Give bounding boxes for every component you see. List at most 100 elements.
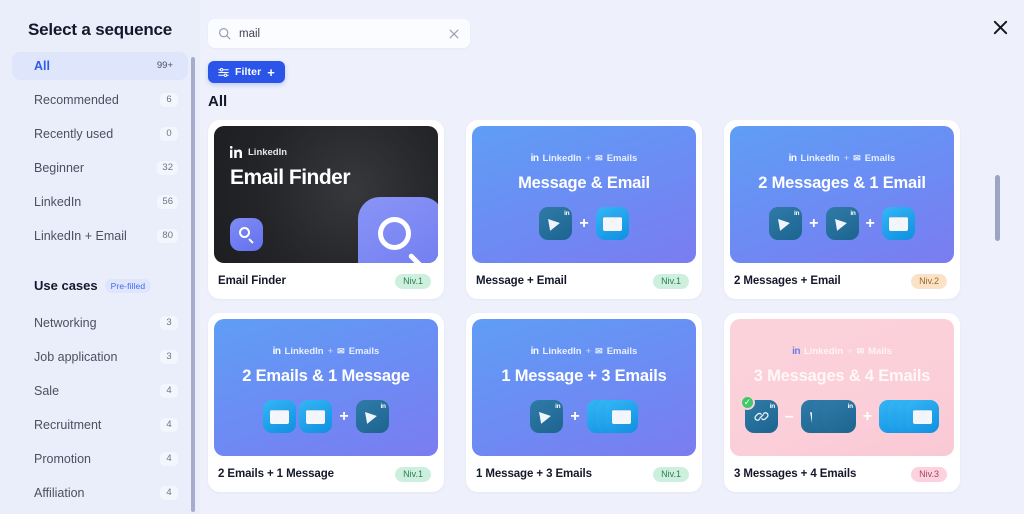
filter-button[interactable]: Filter + — [208, 61, 285, 83]
card-platform-header: LinkedIn — [214, 146, 287, 158]
card-channel-label: Emails — [348, 346, 380, 357]
sidebar-item-count: 56 — [157, 194, 178, 210]
level-badge: Niv.1 — [395, 273, 431, 289]
sidebar-item-count: 4 — [160, 383, 178, 399]
use-cases-header: Use cases Pre-filled — [0, 256, 200, 297]
card-footer: 2 Emails + 1 Message Niv.1 — [214, 456, 438, 492]
check-icon: ✓ — [739, 395, 755, 410]
plus-separator: + — [585, 346, 592, 357]
sidebar-item-label: Sale — [34, 384, 60, 398]
sidebar-item-linkedin[interactable]: LinkedIn 56 — [12, 188, 188, 216]
search-icon — [218, 27, 231, 40]
card-footer: 3 Messages + 4 Emails Niv.3 — [730, 456, 954, 492]
mail-icon: ✉ — [595, 346, 603, 356]
card-platform-label: Linkedin — [803, 346, 844, 357]
sidebar-scrollbar[interactable] — [191, 57, 195, 512]
linkedin-invitation-icon: ✓ in — [739, 395, 778, 433]
sidebar-item-label: All — [34, 59, 50, 73]
sidebar-item-recommended[interactable]: Recommended 6 — [12, 86, 188, 114]
email-icon — [906, 400, 940, 433]
sidebar-item-label: Beginner — [34, 161, 85, 175]
magnifier-icon-large — [358, 197, 438, 263]
card-title: 2 Messages + Email — [734, 275, 841, 287]
sidebar-item-all[interactable]: All 99+ — [12, 52, 188, 80]
card-visual: in LinkedIn + ✉ Emails 2 Messages & 1 Em… — [730, 126, 954, 263]
sidebar-item-count: 4 — [160, 485, 178, 501]
card-platform-header: in LinkedIn + ✉ Emails — [531, 346, 638, 357]
sidebar-item-recently-used[interactable]: Recently used 0 — [12, 120, 188, 148]
sequence-card-3-messages-4-emails[interactable]: in Linkedin + ✉ Mails 3 Messages & 4 Ema… — [724, 313, 960, 492]
main-panel: mail Filter + All LinkedIn Email Finder … — [200, 0, 1024, 514]
search-input[interactable]: mail — [208, 19, 470, 48]
level-badge: Niv.1 — [395, 466, 431, 482]
card-step-icons: in + — [530, 400, 638, 433]
sidebar-item-label: Networking — [34, 316, 97, 330]
page-title: Select a sequence — [28, 20, 173, 39]
card-title: Email Finder — [218, 275, 286, 287]
card-visual: in LinkedIn + ✉ Emails 2 Emails & 1 Mess… — [214, 319, 438, 456]
card-visual: in LinkedIn + ✉ Emails 1 Message + 3 Ema… — [472, 319, 696, 456]
sidebar-item-label: Promotion — [34, 452, 91, 466]
sidebar-item-count: 99+ — [156, 59, 173, 71]
sidebar-item-label: Recommended — [34, 93, 119, 107]
card-platform-header: in Linkedin + ✉ Mails — [792, 346, 892, 357]
sequence-card-2-messages-email[interactable]: in LinkedIn + ✉ Emails 2 Messages & 1 Em… — [724, 120, 960, 299]
sequence-card-message-email[interactable]: in LinkedIn + ✉ Emails Message & Email i… — [466, 120, 702, 299]
mail-icon: ✉ — [856, 346, 865, 356]
plus-icon: + — [579, 214, 589, 232]
sidebar-item-promotion[interactable]: Promotion 4 — [12, 445, 188, 473]
card-visual-title: Message & Email — [518, 174, 650, 192]
main-scrollbar[interactable] — [995, 175, 1000, 241]
sidebar-item-job-application[interactable]: Job application 3 — [12, 343, 188, 371]
sidebar-item-beginner[interactable]: Beginner 32 — [12, 154, 188, 182]
close-icon — [992, 19, 1009, 36]
linkedin-message-icon: in — [769, 207, 803, 240]
sidebar-item-label: LinkedIn — [34, 195, 82, 209]
sequence-card-2-emails-message[interactable]: in LinkedIn + ✉ Emails 2 Emails & 1 Mess… — [208, 313, 444, 492]
sequence-card-email-finder[interactable]: LinkedIn Email Finder Email Finder Niv.1 — [208, 120, 444, 299]
plus-separator: + — [327, 346, 334, 357]
card-visual-title: 2 Messages & 1 Email — [758, 174, 926, 192]
card-title: 2 Emails + 1 Message — [218, 468, 334, 480]
sidebar-item-sale[interactable]: Sale 4 — [12, 377, 188, 405]
card-step-icons: in + in + — [769, 207, 915, 240]
card-visual: in Linkedin + ✉ Mails 3 Messages & 4 Ema… — [730, 319, 954, 456]
sidebar-item-label: Affiliation — [34, 486, 85, 500]
search-row: mail — [200, 0, 1024, 48]
plus-icon: + — [865, 214, 875, 232]
card-channel-label: Emails — [606, 153, 638, 164]
card-footer: 2 Messages + Email Niv.2 — [730, 263, 954, 299]
sidebar-item-label: Recruitment — [34, 418, 102, 432]
plus-icon: + — [809, 214, 819, 232]
linkedin-icon: in — [788, 153, 797, 164]
linkedin-message-icon: in — [530, 400, 564, 433]
card-platform-header: in LinkedIn + ✉ Emails — [531, 153, 638, 164]
email-icon — [595, 207, 629, 240]
plus-icon: + — [862, 407, 873, 425]
card-step-icons: + in — [263, 400, 389, 433]
sidebar-item-linkedin-email[interactable]: LinkedIn + Email 80 — [12, 222, 188, 250]
card-platform-label: LinkedIn — [800, 153, 840, 164]
card-visual: in LinkedIn + ✉ Emails Message & Email i… — [472, 126, 696, 263]
card-platform-label: LinkedIn — [542, 153, 582, 164]
minus-icon: – — [784, 407, 794, 425]
sidebar-category-list: All 99+ Recommended 6 Recently used 0 Be… — [0, 52, 200, 250]
card-footer: Email Finder Niv.1 — [214, 263, 438, 299]
close-button[interactable] — [989, 16, 1011, 38]
sidebar-item-count: 0 — [160, 126, 178, 142]
card-channel-label: Emails — [606, 346, 638, 357]
card-platform-header: in LinkedIn + ✉ Emails — [789, 153, 896, 164]
linkedin-icon: in — [272, 346, 281, 357]
card-channel-label: Emails — [864, 153, 896, 164]
clear-icon[interactable] — [448, 28, 460, 40]
sequence-card-1-message-3-emails[interactable]: in LinkedIn + ✉ Emails 1 Message + 3 Ema… — [466, 313, 702, 492]
email-stack-icon — [586, 400, 638, 433]
linkedin-icon: in — [792, 346, 800, 357]
sidebar-item-affiliation[interactable]: Affiliation 4 — [12, 479, 188, 507]
level-badge: Niv.1 — [653, 273, 689, 289]
sidebar-item-recruitment[interactable]: Recruitment 4 — [12, 411, 188, 439]
card-step-icons: in + — [539, 207, 629, 240]
sidebar-item-count: 80 — [157, 228, 178, 244]
sidebar-item-networking[interactable]: Networking 3 — [12, 309, 188, 337]
email-icon — [881, 207, 915, 240]
